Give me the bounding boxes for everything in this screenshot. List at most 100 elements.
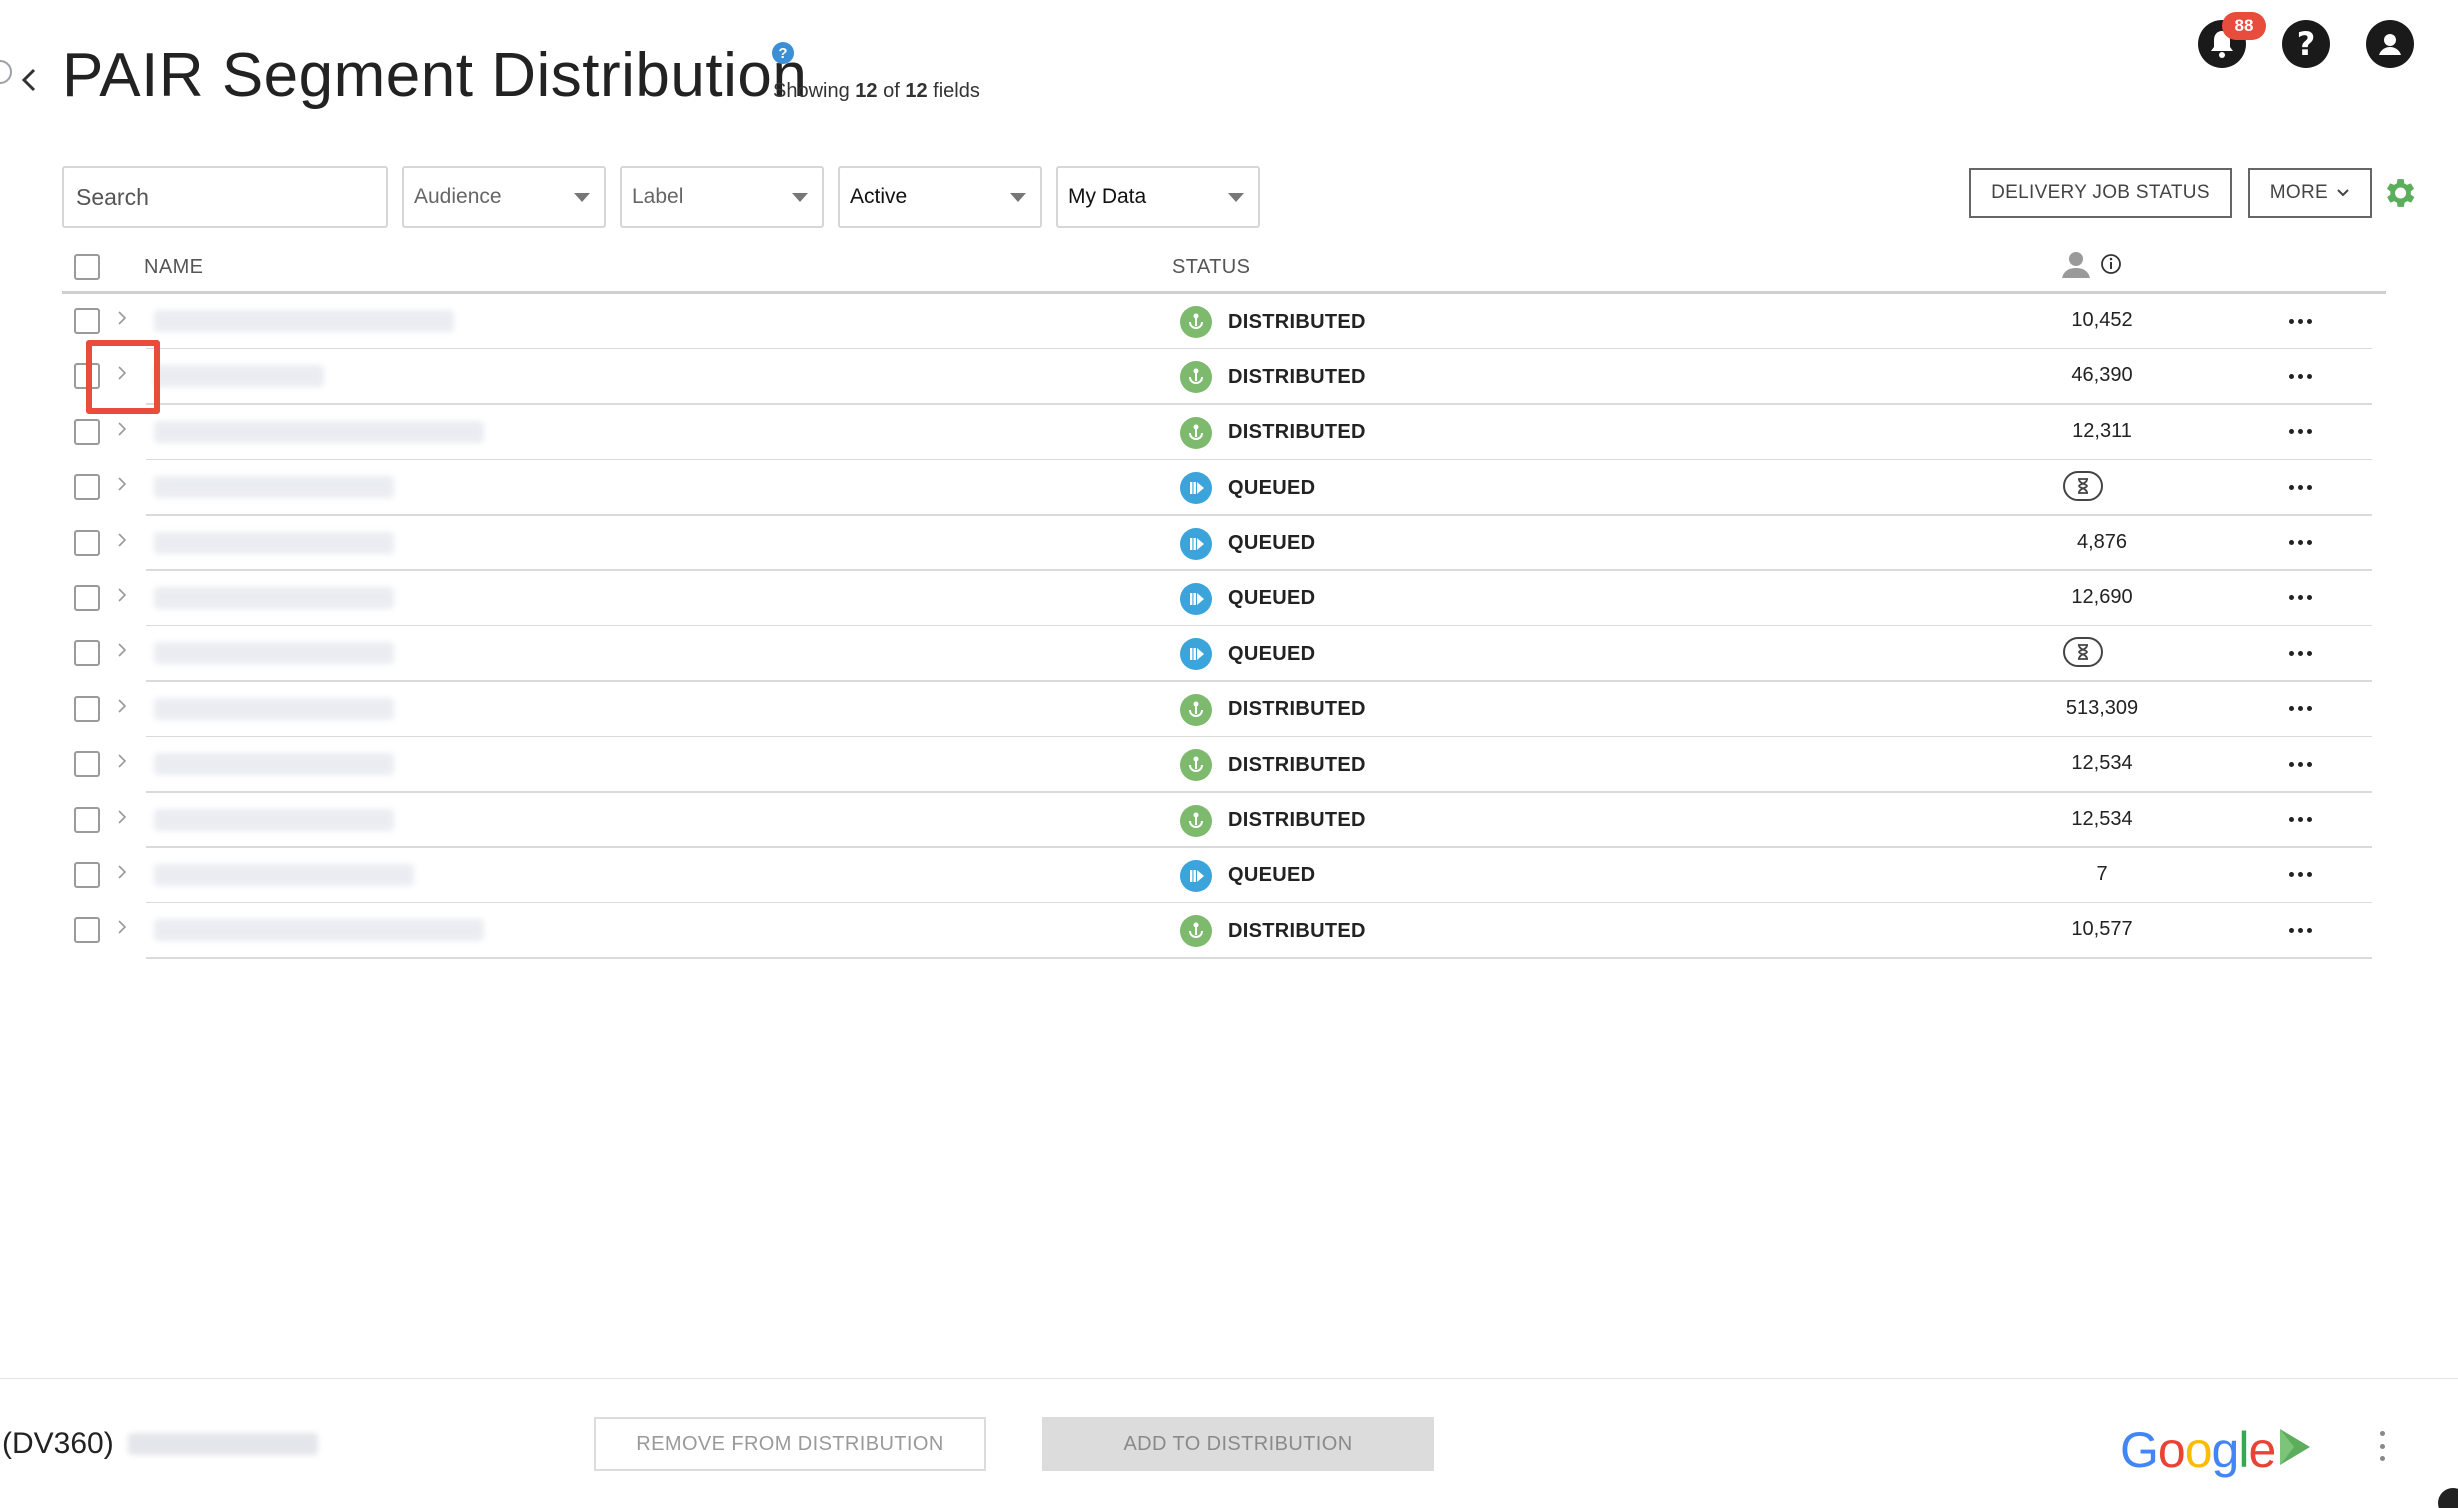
info-icon[interactable] xyxy=(2100,253,2122,275)
row-more-actions-icon[interactable] xyxy=(2282,361,2318,391)
expand-chevron-icon[interactable] xyxy=(116,585,136,611)
corner-decoration xyxy=(2438,1488,2458,1508)
row-checkbox[interactable] xyxy=(74,640,100,667)
expand-chevron-icon[interactable] xyxy=(116,917,136,943)
footer-redacted-account xyxy=(127,1433,318,1455)
more-button[interactable]: MORE xyxy=(2247,168,2372,218)
select-all-checkbox[interactable] xyxy=(74,254,100,280)
table-row[interactable]: QUEUED 4,876 xyxy=(62,516,2386,572)
help-glyph: ? xyxy=(2296,25,2316,63)
table-row[interactable]: QUEUED xyxy=(62,626,2386,683)
table-row[interactable]: DISTRIBUTED 12,311 xyxy=(62,405,2386,461)
remove-from-distribution-button[interactable]: REMOVE FROM DISTRIBUTION xyxy=(594,1417,986,1471)
back-arrow-icon[interactable] xyxy=(14,60,44,100)
row-checkbox[interactable] xyxy=(74,474,100,501)
expand-chevron-icon[interactable] xyxy=(116,474,136,500)
table-row[interactable]: DISTRIBUTED 10,577 xyxy=(62,903,2386,960)
table-row[interactable]: DISTRIBUTED 10,452 xyxy=(62,294,2386,350)
row-name-redacted[interactable] xyxy=(154,420,484,443)
row-checkbox[interactable] xyxy=(74,751,100,778)
row-name-redacted[interactable] xyxy=(154,808,394,831)
user-avatar-icon[interactable] xyxy=(2366,20,2414,68)
expand-chevron-icon[interactable] xyxy=(116,751,136,777)
page-title: PAIR Segment Distribution xyxy=(62,41,808,110)
row-checkbox[interactable] xyxy=(74,308,100,334)
queued-status-icon xyxy=(1180,638,1212,671)
row-more-actions-icon[interactable] xyxy=(2282,860,2318,890)
expand-chevron-icon[interactable] xyxy=(116,807,136,833)
row-status: DISTRIBUTED xyxy=(1180,915,1366,948)
expand-chevron-icon[interactable] xyxy=(116,640,136,666)
row-status: QUEUED xyxy=(1180,527,1315,560)
row-checkbox[interactable] xyxy=(74,418,100,445)
expand-chevron-icon[interactable] xyxy=(116,419,136,445)
table-row[interactable]: QUEUED 12,690 xyxy=(62,571,2386,627)
row-more-actions-icon[interactable] xyxy=(2282,583,2318,613)
add-to-distribution-button[interactable]: ADD TO DISTRIBUTION xyxy=(1042,1417,1434,1471)
google-logo-letter: o xyxy=(2157,1422,2186,1478)
row-more-actions-icon[interactable] xyxy=(2282,915,2318,945)
table-row[interactable]: DISTRIBUTED 513,309 xyxy=(62,682,2386,738)
row-name-redacted[interactable] xyxy=(154,863,414,886)
my-data-dropdown-label: My Data xyxy=(1068,185,1147,208)
column-header-status[interactable]: STATUS xyxy=(1172,256,1250,279)
table-row[interactable]: DISTRIBUTED 46,390 xyxy=(62,349,2386,406)
row-name-redacted[interactable] xyxy=(154,919,484,942)
row-checkbox[interactable] xyxy=(74,584,100,611)
row-more-actions-icon[interactable] xyxy=(2282,306,2318,336)
caret-down-icon xyxy=(792,192,808,202)
row-status-label: DISTRIBUTED xyxy=(1228,698,1366,721)
row-status: QUEUED xyxy=(1180,859,1315,892)
row-name-redacted[interactable] xyxy=(154,365,324,388)
distributed-status-icon xyxy=(1180,306,1212,338)
row-name-redacted[interactable] xyxy=(154,310,454,332)
audience-dropdown-label: Audience xyxy=(414,185,502,208)
expand-chevron-icon[interactable] xyxy=(116,308,136,334)
row-audience-count: 12,534 xyxy=(2071,752,2133,775)
row-audience-count: 7 xyxy=(2096,862,2108,885)
row-name-redacted[interactable] xyxy=(154,531,394,554)
row-more-actions-icon[interactable] xyxy=(2282,638,2318,668)
row-name-redacted[interactable] xyxy=(154,697,394,720)
expand-chevron-icon[interactable] xyxy=(116,530,136,556)
row-name-redacted[interactable] xyxy=(154,476,394,499)
row-more-actions-icon[interactable] xyxy=(2282,528,2318,558)
row-more-actions-icon[interactable] xyxy=(2282,749,2318,779)
row-audience-count: 12,690 xyxy=(2071,585,2133,608)
row-checkbox[interactable] xyxy=(74,917,100,944)
row-more-actions-icon[interactable] xyxy=(2282,694,2318,724)
expand-chevron-icon[interactable] xyxy=(116,862,136,888)
row-name-redacted[interactable] xyxy=(154,753,394,776)
row-name-redacted[interactable] xyxy=(154,642,394,665)
footer-more-vert-icon[interactable] xyxy=(2374,1431,2390,1461)
row-checkbox[interactable] xyxy=(74,529,100,556)
row-name-redacted[interactable] xyxy=(154,586,394,609)
google-logo-letter: e xyxy=(2248,1422,2276,1478)
column-header-name[interactable]: NAME xyxy=(144,256,203,279)
notifications-bell-icon[interactable]: 88 xyxy=(2198,12,2266,68)
table-row[interactable]: DISTRIBUTED 12,534 xyxy=(62,793,2386,849)
active-dropdown[interactable]: Active xyxy=(838,166,1042,228)
table-row[interactable]: QUEUED 7 xyxy=(62,848,2386,904)
label-dropdown[interactable]: Label xyxy=(620,166,824,228)
footer-bar: (DV360) REMOVE FROM DISTRIBUTION ADD TO … xyxy=(0,1378,2458,1508)
settings-gear-icon[interactable] xyxy=(2380,174,2418,212)
table-row[interactable]: DISTRIBUTED 12,534 xyxy=(62,737,2386,793)
row-checkbox[interactable] xyxy=(74,695,100,722)
row-more-actions-icon[interactable] xyxy=(2282,417,2318,447)
row-status: QUEUED xyxy=(1180,582,1315,615)
my-data-dropdown[interactable]: My Data xyxy=(1056,166,1260,228)
help-icon[interactable]: ? xyxy=(2282,20,2330,68)
table-row[interactable]: QUEUED xyxy=(62,460,2386,516)
search-input[interactable] xyxy=(62,166,388,228)
row-checkbox[interactable] xyxy=(74,806,100,833)
audience-dropdown[interactable]: Audience xyxy=(402,166,606,228)
row-more-actions-icon[interactable] xyxy=(2282,805,2318,835)
title-help-icon[interactable]: ? xyxy=(772,42,794,64)
expand-chevron-icon[interactable] xyxy=(116,696,136,722)
distributed-status-icon xyxy=(1180,915,1212,948)
row-more-actions-icon[interactable] xyxy=(2282,472,2318,502)
delivery-job-status-button[interactable]: DELIVERY JOB STATUS xyxy=(1969,168,2232,218)
row-checkbox[interactable] xyxy=(74,861,100,888)
row-audience-count: 513,309 xyxy=(2065,696,2139,719)
